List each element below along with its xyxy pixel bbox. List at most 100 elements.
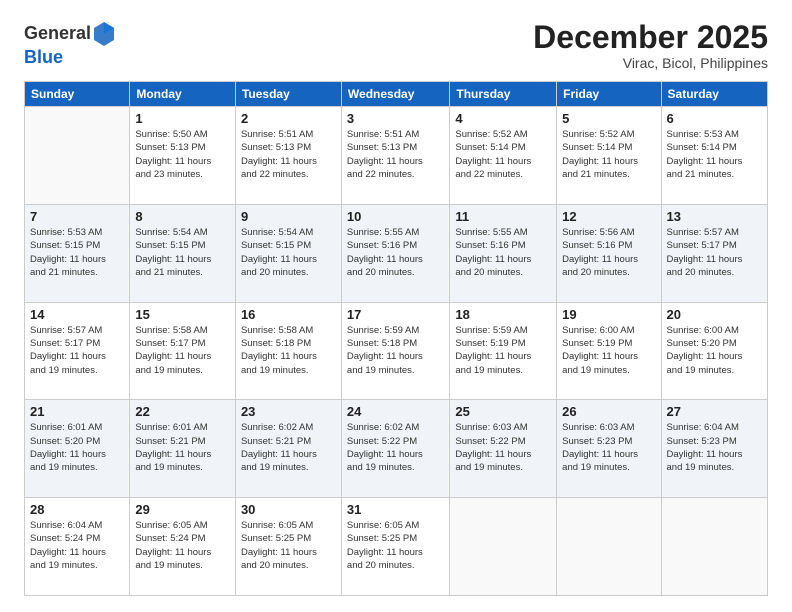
location: Virac, Bicol, Philippines [533,55,768,71]
day-number: 2 [241,111,336,126]
day-info: Sunrise: 5:55 AMSunset: 5:16 PMDaylight:… [347,226,444,279]
day-info: Sunrise: 6:05 AMSunset: 5:24 PMDaylight:… [135,519,230,572]
day-number: 1 [135,111,230,126]
day-cell: 29 Sunrise: 6:05 AMSunset: 5:24 PMDayligh… [130,498,236,596]
day-number: 21 [30,404,124,419]
day-cell: 23Sunrise: 6:02 AMSunset: 5:21 PMDayligh… [235,400,341,498]
col-header-sunday: Sunday [25,82,130,107]
day-info: Sunrise: 6:01 AMSunset: 5:20 PMDaylight:… [30,421,124,474]
logo-blue-text: Blue [24,47,63,67]
day-info: Sunrise: 5:52 AMSunset: 5:14 PMDaylight:… [562,128,655,181]
day-number: 23 [241,404,336,419]
day-cell: 6 Sunrise: 5:53 AMSunset: 5:14 PMDaylight… [661,107,767,205]
day-info: Sunrise: 6:04 AMSunset: 5:24 PMDaylight:… [30,519,124,572]
day-cell: 30 Sunrise: 6:05 AMSunset: 5:25 PMDayligh… [235,498,341,596]
day-number: 31 [347,502,444,517]
day-cell: 28 Sunrise: 6:04 AMSunset: 5:24 PMDayligh… [25,498,130,596]
day-info: Sunrise: 5:59 AMSunset: 5:19 PMDaylight:… [455,324,551,377]
day-cell: 3Sunrise: 5:51 AMSunset: 5:13 PMDaylight… [341,107,449,205]
logo-general-text: General [24,23,91,43]
day-cell: 20Sunrise: 6:00 AMSunset: 5:20 PMDayligh… [661,302,767,400]
day-info: Sunrise: 5:58 AMSunset: 5:18 PMDaylight:… [241,324,336,377]
day-cell: 11 Sunrise: 5:55 AMSunset: 5:16 PMDayligh… [450,204,557,302]
day-cell: 18 Sunrise: 5:59 AMSunset: 5:19 PMDayligh… [450,302,557,400]
day-number: 9 [241,209,336,224]
day-number: 4 [455,111,551,126]
day-info: Sunrise: 5:51 AMSunset: 5:13 PMDaylight:… [241,128,336,181]
day-info: Sunrise: 5:52 AMSunset: 5:14 PMDaylight:… [455,128,551,181]
day-info: Sunrise: 5:58 AMSunset: 5:17 PMDaylight:… [135,324,230,377]
day-cell [557,498,661,596]
col-header-tuesday: Tuesday [235,82,341,107]
day-number: 28 [30,502,124,517]
col-header-friday: Friday [557,82,661,107]
col-header-wednesday: Wednesday [341,82,449,107]
col-header-saturday: Saturday [661,82,767,107]
day-number: 12 [562,209,655,224]
day-number: 7 [30,209,124,224]
day-info: Sunrise: 6:03 AMSunset: 5:22 PMDaylight:… [455,421,551,474]
day-number: 19 [562,307,655,322]
day-number: 13 [667,209,762,224]
title-block: December 2025 Virac, Bicol, Philippines [533,20,768,71]
day-number: 6 [667,111,762,126]
day-info: Sunrise: 5:59 AMSunset: 5:18 PMDaylight:… [347,324,444,377]
day-cell: 13 Sunrise: 5:57 AMSunset: 5:17 PMDayligh… [661,204,767,302]
day-number: 22 [135,404,230,419]
day-info: Sunrise: 5:50 AMSunset: 5:13 PMDaylight:… [135,128,230,181]
day-cell: 14 Sunrise: 5:57 AMSunset: 5:17 PMDayligh… [25,302,130,400]
day-cell: 1 Sunrise: 5:50 AMSunset: 5:13 PMDaylight… [130,107,236,205]
calendar-header-row: SundayMondayTuesdayWednesdayThursdayFrid… [25,82,768,107]
day-number: 11 [455,209,551,224]
logo-icon [92,20,116,48]
day-number: 8 [135,209,230,224]
day-cell: 24Sunrise: 6:02 AMSunset: 5:22 PMDayligh… [341,400,449,498]
logo: General Blue [24,20,117,68]
day-cell [661,498,767,596]
day-cell: 2 Sunrise: 5:51 AMSunset: 5:13 PMDaylight… [235,107,341,205]
day-cell: 4 Sunrise: 5:52 AMSunset: 5:14 PMDaylight… [450,107,557,205]
day-cell: 5 Sunrise: 5:52 AMSunset: 5:14 PMDaylight… [557,107,661,205]
day-cell: 25Sunrise: 6:03 AMSunset: 5:22 PMDayligh… [450,400,557,498]
day-number: 3 [347,111,444,126]
day-info: Sunrise: 6:05 AMSunset: 5:25 PMDaylight:… [347,519,444,572]
day-info: Sunrise: 5:56 AMSunset: 5:16 PMDaylight:… [562,226,655,279]
day-info: Sunrise: 6:05 AMSunset: 5:25 PMDaylight:… [241,519,336,572]
day-number: 24 [347,404,444,419]
week-row-5: 28 Sunrise: 6:04 AMSunset: 5:24 PMDayligh… [25,498,768,596]
day-cell: 9Sunrise: 5:54 AMSunset: 5:15 PMDaylight… [235,204,341,302]
col-header-monday: Monday [130,82,236,107]
day-cell [25,107,130,205]
day-cell: 31 Sunrise: 6:05 AMSunset: 5:25 PMDayligh… [341,498,449,596]
day-cell: 26Sunrise: 6:03 AMSunset: 5:23 PMDayligh… [557,400,661,498]
header: General Blue December 2025 Virac, Bicol,… [24,20,768,71]
week-row-3: 14 Sunrise: 5:57 AMSunset: 5:17 PMDayligh… [25,302,768,400]
day-info: Sunrise: 6:01 AMSunset: 5:21 PMDaylight:… [135,421,230,474]
day-number: 30 [241,502,336,517]
col-header-thursday: Thursday [450,82,557,107]
day-cell: 16 Sunrise: 5:58 AMSunset: 5:18 PMDayligh… [235,302,341,400]
day-number: 26 [562,404,655,419]
day-number: 29 [135,502,230,517]
day-number: 27 [667,404,762,419]
day-cell: 15 Sunrise: 5:58 AMSunset: 5:17 PMDayligh… [130,302,236,400]
page: General Blue December 2025 Virac, Bicol,… [0,0,792,612]
day-cell: 22 Sunrise: 6:01 AMSunset: 5:21 PMDayligh… [130,400,236,498]
day-cell: 21 Sunrise: 6:01 AMSunset: 5:20 PMDayligh… [25,400,130,498]
week-row-1: 1 Sunrise: 5:50 AMSunset: 5:13 PMDaylight… [25,107,768,205]
day-cell: 12 Sunrise: 5:56 AMSunset: 5:16 PMDayligh… [557,204,661,302]
day-info: Sunrise: 5:57 AMSunset: 5:17 PMDaylight:… [667,226,762,279]
day-info: Sunrise: 5:57 AMSunset: 5:17 PMDaylight:… [30,324,124,377]
day-info: Sunrise: 5:53 AMSunset: 5:14 PMDaylight:… [667,128,762,181]
day-number: 16 [241,307,336,322]
day-number: 5 [562,111,655,126]
day-info: Sunrise: 5:55 AMSunset: 5:16 PMDaylight:… [455,226,551,279]
day-number: 20 [667,307,762,322]
day-number: 15 [135,307,230,322]
day-info: Sunrise: 6:04 AMSunset: 5:23 PMDaylight:… [667,421,762,474]
day-number: 14 [30,307,124,322]
day-info: Sunrise: 6:00 AMSunset: 5:19 PMDaylight:… [562,324,655,377]
day-number: 10 [347,209,444,224]
day-cell: 19 Sunrise: 6:00 AMSunset: 5:19 PMDayligh… [557,302,661,400]
day-number: 18 [455,307,551,322]
